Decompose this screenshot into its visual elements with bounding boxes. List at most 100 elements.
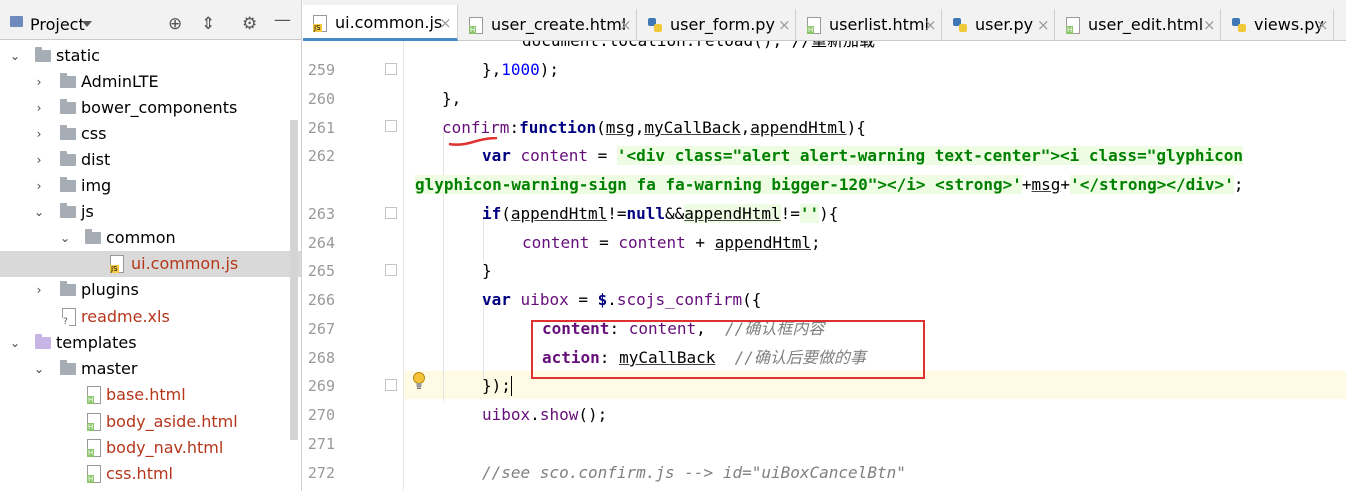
code-line-262-wrap: glyphicon-warning-sign fa fa-warning big… <box>415 175 1243 195</box>
settings-gear-icon[interactable]: ⚙ <box>242 14 257 34</box>
folder-icon <box>60 177 76 192</box>
code-token: '' <box>799 204 820 223</box>
folder-icon <box>85 229 101 244</box>
folder-icon <box>60 281 76 296</box>
tree-item-label: common <box>106 228 176 247</box>
chevron-right-icon[interactable]: › <box>32 147 46 173</box>
close-icon[interactable]: × <box>1316 9 1329 41</box>
code-editor[interactable]: 259 260 261 262 263 264 265 266 267 268 … <box>303 41 1346 491</box>
close-icon[interactable]: × <box>439 5 452 41</box>
code-line-258: document.location.reload(); //重新加载 <box>522 41 875 51</box>
code-line-266: var uibox = $.scojs_confirm({ <box>482 290 761 310</box>
code-line-263: if(appendHtml!=null&&appendHtml!=''){ <box>482 204 838 224</box>
code-line-260: }, <box>442 89 461 109</box>
close-icon[interactable]: × <box>1203 9 1216 41</box>
code-token: ({ <box>742 290 762 309</box>
project-panel-title[interactable]: Project <box>30 15 85 34</box>
code-token: '<div class="alert alert-warning text-ce… <box>616 146 1244 165</box>
code-token: + <box>685 233 715 252</box>
line-number: 271 <box>307 435 335 453</box>
code-token: ); <box>539 60 560 79</box>
html-file-icon: H <box>87 439 101 457</box>
html-file-icon: H <box>87 465 101 483</box>
tree-item-plugins[interactable]: › plugins <box>0 277 290 303</box>
chevron-down-icon[interactable]: ⌄ <box>8 330 22 356</box>
code-token: null <box>626 204 666 223</box>
tab-user-form-py[interactable]: user_form.py × <box>638 9 796 41</box>
code-line-272: //see sco.confirm.js --> id="uiBoxCancel… <box>482 463 906 483</box>
folder-icon <box>60 360 76 375</box>
tree-item-bower-components[interactable]: › bower_components <box>0 95 290 121</box>
js-file-icon: JS <box>110 255 124 273</box>
fold-marker-icon[interactable] <box>385 120 397 132</box>
chevron-down-icon[interactable]: ⌄ <box>32 199 46 225</box>
tree-item-templates[interactable]: ⌄ templates <box>0 330 290 356</box>
code-token: scojs_confirm <box>616 290 743 309</box>
code-token: , <box>634 118 645 137</box>
tree-item-label: js <box>81 202 94 221</box>
line-number: 270 <box>307 406 335 424</box>
fold-marker-icon[interactable] <box>385 264 397 276</box>
collapse-all-icon[interactable]: ⇕ <box>201 14 215 34</box>
tree-item-ui-common-js[interactable]: JS ui.common.js <box>0 251 301 277</box>
line-number: 261 <box>307 119 335 137</box>
code-token: + <box>1060 175 1071 194</box>
close-icon[interactable]: × <box>1037 9 1050 41</box>
tree-item-css[interactable]: › css <box>0 121 290 147</box>
hide-panel-icon[interactable]: — <box>274 10 291 30</box>
close-icon[interactable]: × <box>778 9 791 41</box>
tab-user-py[interactable]: user.py × <box>943 9 1055 41</box>
tree-item-base-html[interactable]: H base.html <box>0 382 290 408</box>
line-number: 260 <box>307 90 335 108</box>
tree-item-body-aside-html[interactable]: H body_aside.html <box>0 409 290 435</box>
close-icon[interactable]: × <box>924 9 937 41</box>
code-token: appendHtml <box>714 233 812 252</box>
tree-item-css-html[interactable]: H css.html <box>0 461 290 487</box>
code-token: != <box>780 204 800 223</box>
fold-marker-icon[interactable] <box>385 63 397 75</box>
project-view-dropdown-icon[interactable] <box>82 21 92 27</box>
folder-icon <box>60 73 76 88</box>
code-line-264: content = content + appendHtml; <box>522 233 821 253</box>
code-token: show <box>539 405 579 424</box>
tree-item-js[interactable]: ⌄ js <box>0 199 290 225</box>
project-panel-header: Project ⊕ ⇕ ⚙ — <box>0 0 301 40</box>
tree-item-adminlte[interactable]: › AdminLTE <box>0 69 290 95</box>
locate-file-icon[interactable]: ⊕ <box>168 14 182 34</box>
line-number: 266 <box>307 291 335 309</box>
chevron-right-icon[interactable]: › <box>32 69 46 95</box>
tree-item-static[interactable]: ⌄ static <box>0 43 290 69</box>
fold-marker-icon[interactable] <box>385 207 397 219</box>
tree-item-body-nav-html[interactable]: H body_nav.html <box>0 435 290 461</box>
code-token: ( <box>596 118 606 137</box>
python-file-icon <box>953 17 967 34</box>
gutter-divider <box>403 41 404 491</box>
tab-views-py[interactable]: views.py × <box>1222 9 1334 41</box>
tree-item-master[interactable]: ⌄ master <box>0 356 290 382</box>
chevron-down-icon[interactable]: ⌄ <box>32 356 46 382</box>
code-token: var <box>482 290 511 309</box>
tree-item-readme-xls[interactable]: ? readme.xls <box>0 304 290 330</box>
html-file-icon: H <box>87 413 101 431</box>
tree-item-common[interactable]: ⌄ common <box>0 225 290 251</box>
js-file-icon: JS <box>313 15 327 32</box>
fold-marker-icon[interactable] <box>385 379 397 391</box>
code-token: msg <box>605 118 635 137</box>
chevron-right-icon[interactable]: › <box>32 121 46 147</box>
line-number: 264 <box>307 234 335 252</box>
chevron-down-icon[interactable]: ⌄ <box>8 43 22 69</box>
chevron-right-icon[interactable]: › <box>32 173 46 199</box>
tab-user-create-html[interactable]: H user_create.html × <box>459 9 637 41</box>
tree-item-img[interactable]: › img <box>0 173 290 199</box>
lightbulb-icon[interactable] <box>412 372 426 390</box>
tab-ui-common-js[interactable]: JS ui.common.js × <box>303 5 458 41</box>
chevron-down-icon[interactable]: ⌄ <box>58 225 72 251</box>
chevron-right-icon[interactable]: › <box>32 277 46 303</box>
tab-userlist-html[interactable]: H userlist.html × <box>797 9 942 41</box>
project-tree-scrollbar[interactable] <box>290 120 298 440</box>
tab-user-edit-html[interactable]: H user_edit.html × <box>1056 9 1221 41</box>
tree-item-label: base.html <box>106 385 186 404</box>
tree-item-dist[interactable]: › dist <box>0 147 290 173</box>
close-icon[interactable]: × <box>619 9 632 41</box>
chevron-right-icon[interactable]: › <box>32 95 46 121</box>
